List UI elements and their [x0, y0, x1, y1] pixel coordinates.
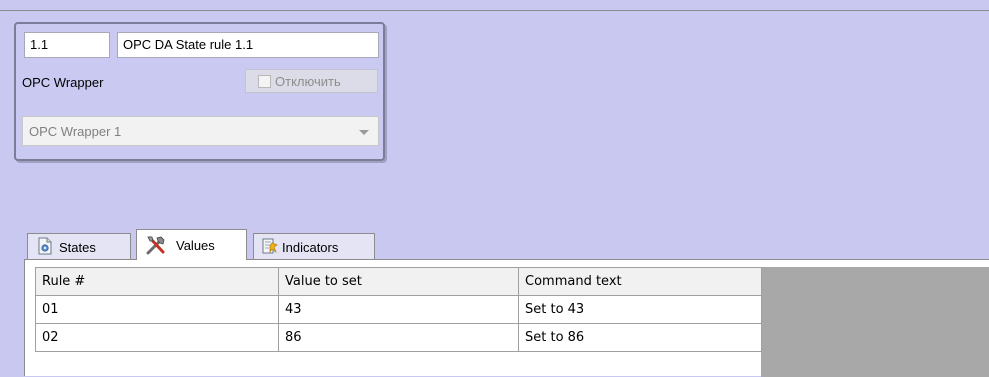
tab-values[interactable]: Values: [136, 229, 247, 260]
cell-value[interactable]: 43: [278, 295, 519, 324]
tab-indicators[interactable]: Indicators: [253, 233, 375, 259]
parent-object-select-value: OPC Wrapper 1: [29, 124, 122, 139]
table-row[interactable]: 02 86 Set to 86: [35, 323, 762, 352]
chevron-down-icon[interactable]: [359, 130, 369, 135]
object-settings-panel: 1.1 OPC DA State rule 1.1 OPC Wrapper От…: [14, 22, 385, 161]
object-id-field[interactable]: 1.1: [24, 32, 110, 58]
column-header-value[interactable]: Value to set: [278, 267, 519, 296]
disable-label: Отключить: [275, 74, 341, 89]
cell-command[interactable]: Set to 86: [518, 323, 762, 352]
tab-states-label: States: [59, 240, 96, 255]
disable-checkbox-control[interactable]: Отключить: [245, 69, 378, 93]
tab-states[interactable]: States: [27, 233, 131, 259]
tab-strip: States Values Indicators: [0, 225, 989, 260]
tab-indicators-label: Indicators: [282, 240, 339, 255]
states-icon: [38, 237, 52, 255]
cell-value[interactable]: 86: [278, 323, 519, 352]
cell-rule[interactable]: 02: [35, 323, 279, 352]
values-tools-icon: [146, 236, 165, 255]
values-table: Rule # Value to set Command text 01 43 S…: [35, 267, 762, 352]
column-header-rule[interactable]: Rule #: [35, 267, 279, 296]
top-divider: [0, 10, 989, 11]
parent-type-label: OPC Wrapper: [22, 75, 104, 90]
object-name-field[interactable]: OPC DA State rule 1.1: [117, 32, 379, 58]
indicators-icon: [262, 238, 278, 254]
table-header-row: Rule # Value to set Command text: [35, 267, 762, 296]
column-header-command[interactable]: Command text: [518, 267, 762, 296]
disable-checkbox[interactable]: [258, 75, 271, 88]
tab-values-label: Values: [176, 238, 215, 253]
cell-command[interactable]: Set to 43: [518, 295, 762, 324]
table-row[interactable]: 01 43 Set to 43: [35, 295, 762, 324]
cell-rule[interactable]: 01: [35, 295, 279, 324]
grid-empty-area: [761, 267, 989, 377]
values-table-area: Rule # Value to set Command text 01 43 S…: [24, 259, 989, 377]
parent-object-select[interactable]: OPC Wrapper 1: [22, 116, 379, 146]
